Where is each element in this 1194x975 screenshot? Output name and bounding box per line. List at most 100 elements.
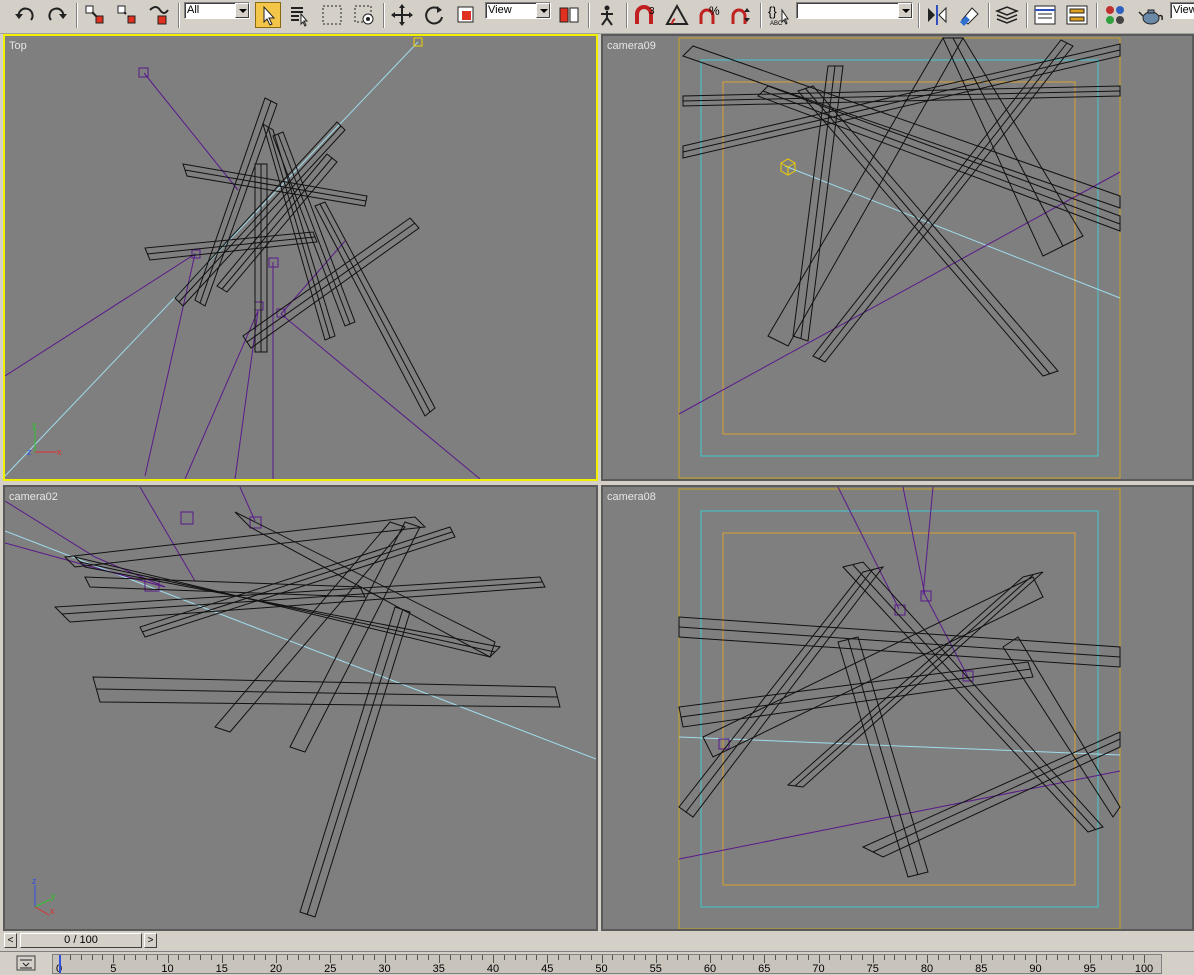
viewport-label[interactable]: camera09 bbox=[607, 40, 656, 52]
timeline-tick bbox=[297, 955, 299, 960]
select-and-link-icon[interactable] bbox=[82, 2, 108, 28]
timeline-tick bbox=[80, 955, 82, 960]
select-and-rotate-icon[interactable] bbox=[421, 2, 447, 28]
snap-3d-icon[interactable]: 3 bbox=[632, 2, 658, 28]
timeline-tick bbox=[525, 955, 527, 960]
svg-text:y: y bbox=[32, 420, 37, 430]
align-icon[interactable] bbox=[956, 2, 982, 28]
timeline-tick bbox=[1133, 955, 1135, 960]
render-type-value: View bbox=[1173, 4, 1194, 16]
mirror-icon[interactable] bbox=[924, 2, 950, 28]
timeline-tick bbox=[449, 955, 451, 960]
timeline-tick bbox=[601, 955, 603, 963]
viewport-label[interactable]: camera02 bbox=[9, 491, 58, 503]
timeline-tick bbox=[460, 955, 462, 960]
key-filters-icon[interactable] bbox=[16, 954, 36, 972]
rectangular-selection-icon[interactable] bbox=[319, 2, 345, 28]
prev-frame-button[interactable]: < bbox=[4, 933, 17, 948]
svg-text:z: z bbox=[32, 876, 37, 886]
timeline-tick bbox=[1002, 955, 1004, 960]
viewport-camera09[interactable]: camera09 bbox=[601, 34, 1194, 481]
timeline-tick bbox=[883, 955, 885, 960]
timeline-tick bbox=[775, 955, 777, 960]
timeline-tick bbox=[189, 955, 191, 960]
select-and-scale-icon[interactable] bbox=[453, 2, 479, 28]
timeline-tick-label: 50 bbox=[595, 963, 608, 975]
percent-snap-icon[interactable]: % bbox=[696, 2, 722, 28]
timeline-tick bbox=[623, 955, 625, 960]
timeline-tick bbox=[731, 955, 733, 960]
timeline-tick bbox=[1068, 955, 1070, 960]
spinner-snap-icon[interactable] bbox=[728, 2, 754, 28]
timeline-tick bbox=[785, 955, 787, 960]
unlink-icon[interactable] bbox=[114, 2, 140, 28]
render-teapot-icon[interactable] bbox=[1138, 2, 1164, 28]
timeline-tick bbox=[1122, 955, 1124, 960]
render-type-dropdown[interactable]: View bbox=[1170, 2, 1194, 19]
timeline-tick bbox=[427, 955, 429, 960]
track-bar: 0510152025303540455055606570758085909510… bbox=[0, 951, 1194, 975]
timeline-tick bbox=[178, 955, 180, 960]
svg-text:ABC: ABC bbox=[770, 21, 783, 27]
material-editor-icon[interactable] bbox=[1102, 2, 1128, 28]
redo-icon[interactable] bbox=[44, 2, 70, 28]
timeline-ruler[interactable]: 0510152025303540455055606570758085909510… bbox=[52, 954, 1162, 975]
viewport-top[interactable]: y x z Top bbox=[3, 34, 598, 481]
timeline-tick bbox=[417, 955, 419, 960]
timeline-tick bbox=[710, 955, 711, 963]
timeline-tick bbox=[547, 955, 549, 963]
timeline-tick bbox=[210, 955, 212, 960]
viewport-camera09-scene bbox=[678, 37, 1121, 479]
timeline-tick bbox=[1013, 955, 1015, 960]
named-selection-sets-dropdown[interactable] bbox=[796, 2, 913, 19]
viewport-camera02-scene: z y x bbox=[5, 487, 596, 918]
bind-spacewarp-icon[interactable] bbox=[146, 2, 172, 28]
selection-filter-value: All bbox=[187, 4, 200, 16]
select-object-icon[interactable] bbox=[255, 2, 281, 28]
timeline-tick bbox=[558, 955, 560, 960]
timeline-tick bbox=[590, 955, 592, 960]
timeline-tick bbox=[362, 955, 364, 960]
viewport-label[interactable]: Top bbox=[9, 40, 27, 52]
select-and-move-icon[interactable] bbox=[389, 2, 415, 28]
timeline-tick bbox=[91, 955, 93, 960]
undo-icon[interactable] bbox=[12, 2, 38, 28]
reference-coordinate-dropdown[interactable]: View bbox=[485, 2, 551, 19]
timeline-tick bbox=[579, 955, 581, 960]
layer-manager-icon[interactable] bbox=[994, 2, 1020, 28]
schematic-view-icon[interactable] bbox=[1064, 2, 1090, 28]
timeline-tick bbox=[1111, 955, 1113, 960]
select-and-manipulate-icon[interactable] bbox=[594, 2, 620, 28]
coord-system-value: View bbox=[488, 4, 512, 16]
timeline-tick-label: 75 bbox=[866, 963, 879, 975]
timeline-tick-label: 60 bbox=[703, 963, 717, 975]
timeline-tick bbox=[818, 955, 820, 963]
timeline-tick bbox=[69, 955, 71, 960]
timeline-tick-label: 30 bbox=[378, 963, 391, 975]
timeline-tick bbox=[916, 955, 918, 960]
edit-named-selection-icon[interactable]: {} ABC bbox=[766, 2, 792, 28]
time-slider[interactable]: 0 / 100 bbox=[20, 933, 142, 948]
selection-filter-dropdown[interactable]: All bbox=[184, 2, 250, 19]
timeline-tick bbox=[937, 955, 939, 960]
viewport-camera08[interactable]: camera08 bbox=[601, 485, 1194, 931]
next-frame-button[interactable]: > bbox=[144, 933, 157, 948]
timeline-tick bbox=[720, 955, 722, 960]
curve-editor-icon[interactable] bbox=[1032, 2, 1058, 28]
select-by-name-icon[interactable] bbox=[287, 2, 313, 28]
viewport-top-scene: y x z bbox=[5, 37, 481, 479]
window-crossing-icon[interactable] bbox=[351, 2, 377, 28]
timeline-tick bbox=[699, 955, 701, 960]
timeline-tick bbox=[341, 955, 343, 960]
timeline-tick-label: 45 bbox=[541, 963, 554, 975]
current-frame-marker[interactable] bbox=[59, 955, 61, 973]
timeline-tick bbox=[927, 955, 928, 963]
viewport-camera02[interactable]: z y x camera02 bbox=[3, 485, 598, 931]
angle-snap-icon[interactable] bbox=[664, 2, 690, 28]
timeline-tick-label: 15 bbox=[215, 963, 228, 975]
timeline-tick bbox=[145, 955, 147, 960]
viewport-label[interactable]: camera08 bbox=[607, 491, 656, 503]
pivot-center-icon[interactable] bbox=[556, 2, 582, 28]
timeline-tick bbox=[134, 955, 136, 960]
timeline-tick-label: 35 bbox=[432, 963, 445, 975]
